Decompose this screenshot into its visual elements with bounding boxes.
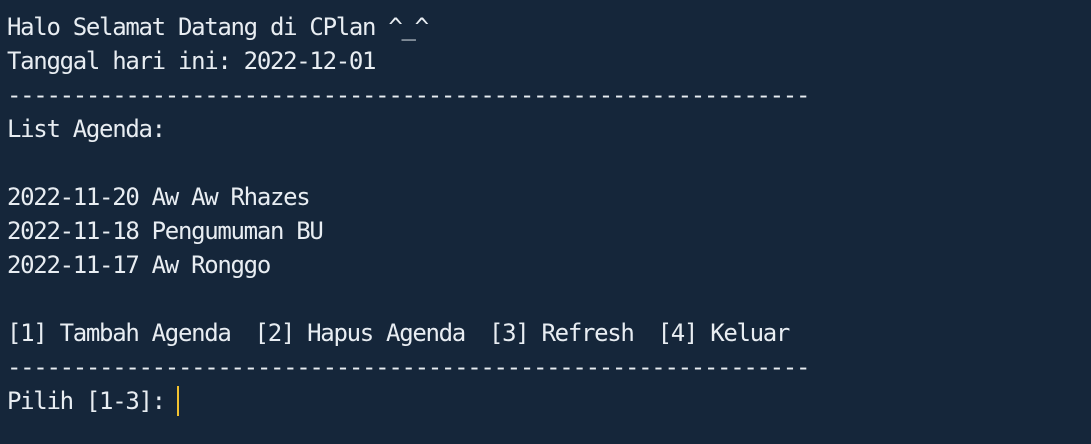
agenda-item: 2022-11-17 Aw Ronggo <box>7 251 271 279</box>
agenda-title: List Agenda: <box>7 115 166 143</box>
prompt-input[interactable] <box>165 386 179 416</box>
menu-option-refresh: [3] Refresh <box>488 319 635 347</box>
terminal-window: Halo Selamat Datang di CPlan ^_^ Tanggal… <box>0 0 1091 444</box>
separator-bottom: ----------------------------------------… <box>7 353 810 381</box>
menu-option-tambah: [1] Tambah Agenda <box>7 319 232 347</box>
agenda-item: 2022-11-20 Aw Aw Rhazes <box>7 183 311 211</box>
agenda-item: 2022-11-18 Pengumuman BU <box>7 217 324 245</box>
separator-top: ----------------------------------------… <box>7 81 810 109</box>
menu-option-keluar: [4] Keluar <box>657 319 791 347</box>
welcome-text: Halo Selamat Datang di CPlan ^_^ <box>7 13 429 41</box>
date-text: Tanggal hari ini: 2022-12-01 <box>7 47 376 75</box>
menu-options: [1] Tambah Agenda [2] Hapus Agenda [3] Ref… <box>7 316 791 350</box>
prompt-label: Pilih [1-3]: <box>7 387 166 415</box>
command-prompt: Pilih [1-3]: <box>7 384 179 418</box>
text-cursor <box>176 386 179 416</box>
menu-option-hapus: [2] Hapus Agenda <box>254 319 467 347</box>
